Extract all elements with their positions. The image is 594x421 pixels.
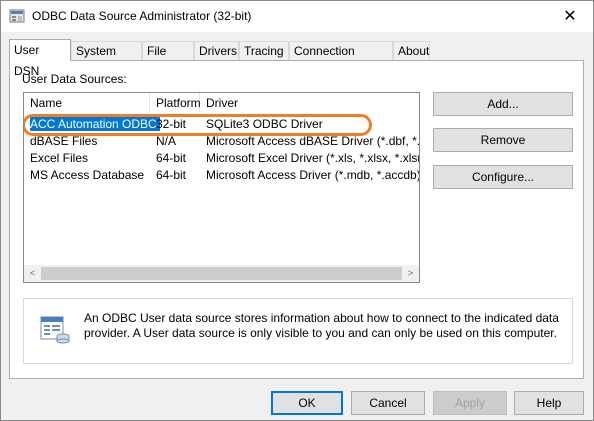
info-box: An ODBC User data source stores informat…: [23, 298, 573, 364]
table-row[interactable]: Excel Files 64-bit Microsoft Excel Drive…: [24, 150, 419, 167]
column-header-name[interactable]: Name: [24, 93, 150, 113]
apply-button-label: Apply: [454, 396, 486, 410]
cell-platform: 64-bit: [156, 151, 187, 165]
tab-tracing[interactable]: Tracing: [239, 41, 289, 60]
cell-driver: Microsoft Access dBASE Driver (*.dbf, *.…: [206, 134, 419, 148]
window-title: ODBC Data Source Administrator (32-bit): [32, 9, 252, 23]
cell-name: ACC Automation ODBC: [30, 117, 160, 131]
scroll-right-icon[interactable]: >: [402, 265, 419, 282]
ok-button-label: OK: [298, 396, 316, 410]
close-icon: ✕: [563, 8, 577, 25]
remove-button[interactable]: Remove: [433, 128, 573, 152]
odbc-app-icon: [9, 9, 25, 23]
data-source-list[interactable]: Name Platform Driver ACC Automation ODBC…: [23, 92, 420, 283]
add-button-label: Add...: [487, 97, 519, 111]
odbc-admin-window: ODBC Data Source Administrator (32-bit) …: [0, 0, 594, 421]
cell-platform: 64-bit: [156, 168, 187, 182]
cell-name: Excel Files: [30, 151, 89, 165]
apply-button[interactable]: Apply: [433, 391, 507, 415]
tab-system-dsn[interactable]: System DSN: [71, 41, 142, 77]
configure-button[interactable]: Configure...: [433, 165, 573, 189]
close-button[interactable]: ✕: [547, 1, 593, 32]
tab-user-dsn[interactable]: User DSN: [9, 39, 71, 78]
table-row[interactable]: dBASE Files N/A Microsoft Access dBASE D…: [24, 133, 419, 150]
cell-platform: 32-bit: [156, 117, 187, 131]
column-header-platform[interactable]: Platform: [150, 93, 201, 113]
tab-label: User DSN: [14, 43, 40, 78]
user-dsn-panel: User Data Sources: Name Platform Driver …: [9, 60, 584, 379]
help-button-label: Help: [536, 396, 562, 410]
configure-button-label: Configure...: [471, 170, 535, 184]
help-button[interactable]: Help: [514, 391, 584, 415]
cancel-button-label: Cancel: [369, 396, 407, 410]
tab-about[interactable]: About: [393, 41, 430, 60]
table-row[interactable]: MS Access Database 64-bit Microsoft Acce…: [24, 167, 419, 184]
cell-name: MS Access Database: [30, 168, 145, 182]
remove-button-label: Remove: [480, 133, 526, 147]
horizontal-scrollbar[interactable]: < >: [24, 265, 419, 282]
cancel-button[interactable]: Cancel: [351, 391, 425, 415]
cell-platform: N/A: [156, 134, 177, 148]
scroll-left-icon[interactable]: <: [24, 265, 41, 282]
add-button[interactable]: Add...: [433, 92, 573, 116]
tab-connection-pooling[interactable]: Connection Pooling: [289, 41, 393, 77]
cell-name: dBASE Files: [30, 134, 98, 148]
tab-file-dsn[interactable]: File DSN: [142, 41, 194, 77]
tab-label: About: [398, 44, 430, 58]
cell-driver: Microsoft Excel Driver (*.xls, *.xlsx, *…: [206, 151, 419, 165]
title-bar: ODBC Data Source Administrator (32-bit) …: [1, 1, 593, 32]
tab-label: Tracing: [244, 44, 284, 58]
tab-label: Drivers: [199, 44, 237, 58]
ok-button[interactable]: OK: [271, 391, 343, 415]
column-header-driver[interactable]: Driver: [200, 93, 419, 113]
scrollbar-thumb[interactable]: [41, 267, 402, 280]
cell-driver: Microsoft Access Driver (*.mdb, *.accdb): [206, 168, 419, 182]
cell-driver: SQLite3 ODBC Driver: [206, 117, 323, 131]
info-description: An ODBC User data source stores informat…: [84, 311, 559, 340]
table-row-acc-automation-odbc[interactable]: ACC Automation ODBC 32-bit SQLite3 ODBC …: [24, 116, 419, 133]
tab-drivers[interactable]: Drivers: [194, 41, 239, 60]
database-info-icon: [40, 316, 70, 344]
